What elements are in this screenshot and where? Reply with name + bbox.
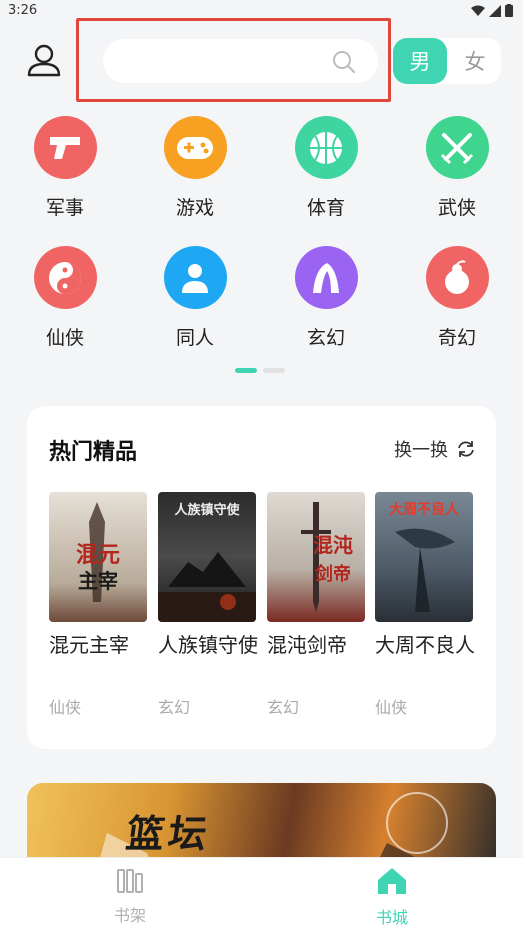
category-label: 仙侠 [45,327,84,349]
category-circle [294,246,358,309]
book-cover[interactable]: 人族镇守使 [158,492,256,622]
banner-title: 篮坛 [123,812,214,856]
category-fantasy[interactable]: 玄幻 [276,246,376,350]
category-label: 武侠 [437,197,476,219]
bookshelf-icon [117,869,143,893]
svg-text:剑帝: 剑帝 [314,563,351,585]
category-label: 游戏 [175,197,214,219]
user-icon [27,44,61,77]
pager-dot [263,368,285,373]
yin-yang-icon [49,261,81,294]
book-genre: 玄幻 [158,698,191,717]
search-box[interactable] [103,39,378,83]
bottom-nav: 书架 书城 [0,857,523,930]
header: 男 女 [0,18,523,104]
category-circle [33,246,97,309]
gun-icon [50,136,80,159]
book-cover[interactable]: 大周不良人 [375,492,473,622]
category-pager [235,368,285,373]
category-circle [425,246,489,309]
basketball-icon [310,131,342,164]
hot-picks-title: 热门精品 [49,440,138,465]
hot-picks-card: 热门精品 换一换 混元 主宰 混元主宰 仙侠 人族镇守使 人族镇守使 玄幻 混沌… [27,406,496,749]
book-cover-art: 人族镇守使 [158,502,256,622]
svg-text:主宰: 主宰 [78,569,118,593]
category-games[interactable]: 游戏 [145,116,245,220]
category-xianxia[interactable]: 仙侠 [15,246,115,350]
gamepad-icon [177,136,213,159]
book-item[interactable]: 人族镇守使 人族镇守使 玄幻 [158,492,258,718]
category-label: 奇幻 [437,327,476,349]
category-circle [163,116,227,179]
category-circle [294,116,358,179]
book-title: 混沌剑帝 [267,633,347,657]
nav-bookshelf-label: 书架 [113,906,146,925]
category-sports[interactable]: 体育 [276,116,376,220]
book-item[interactable]: 大周不良人 大周不良人 仙侠 [375,492,475,718]
nav-bookshelf[interactable]: 书架 [90,866,170,926]
status-icons [471,4,513,17]
book-cover[interactable]: 混沌 剑帝 [267,492,365,622]
book-title: 混元主宰 [49,633,129,657]
book-genre: 玄幻 [267,698,300,717]
svg-text:人族镇守使: 人族镇守使 [174,502,240,518]
person-icon [182,263,208,293]
book-cover-art: 混沌 剑帝 [301,502,353,612]
crossed-swords-icon [440,132,474,164]
nav-bookstore-label: 书城 [375,908,408,927]
nav-bookstore[interactable]: 书城 [352,866,432,928]
home-icon [378,868,406,894]
battery-icon [505,4,513,17]
category-circle [163,246,227,309]
pager-dot-active [235,368,257,373]
gender-toggle: 男 女 [392,38,501,84]
magic-mountain-icon [313,262,339,293]
category-military[interactable]: 军事 [15,116,115,220]
svg-text:混元: 混元 [76,542,120,568]
category-label: 玄幻 [306,327,345,349]
book-cover-art: 大周不良人 [389,501,460,612]
book-item[interactable]: 混沌 剑帝 混沌剑帝 玄幻 [267,492,367,718]
refresh-icon [458,441,474,457]
category-label: 军事 [45,197,84,219]
category-label: 同人 [175,327,214,349]
svg-text:大周不良人: 大周不良人 [389,501,460,518]
gender-male-button[interactable]: 男 [393,38,447,84]
book-genre: 仙侠 [375,698,408,717]
svg-text:混沌: 混沌 [313,533,353,557]
category-magic[interactable]: 奇幻 [407,246,507,350]
status-time: 3:26 [8,3,38,18]
book-cover-art: 混元 主宰 [76,502,120,602]
search-icon[interactable] [332,50,356,74]
book-genre: 仙侠 [49,698,82,717]
refresh-label: 换一换 [394,440,448,461]
gender-female-button[interactable]: 女 [450,38,500,84]
book-cover[interactable]: 混元 主宰 [49,492,147,622]
book-title: 大周不良人 [375,633,475,657]
signal-icon [489,4,501,17]
category-fanfic[interactable]: 同人 [145,246,245,350]
profile-button[interactable] [24,40,64,80]
book-item[interactable]: 混元 主宰 混元主宰 仙侠 [49,492,149,718]
refresh-button[interactable]: 换一换 [394,436,476,462]
wifi-icon [471,5,485,16]
category-label: 体育 [306,197,345,219]
gourd-icon [445,259,469,294]
category-circle [33,116,97,179]
category-circle [425,116,489,179]
search-input[interactable] [121,39,321,83]
category-martial-arts[interactable]: 武侠 [407,116,507,220]
book-title: 人族镇守使 [158,633,258,657]
